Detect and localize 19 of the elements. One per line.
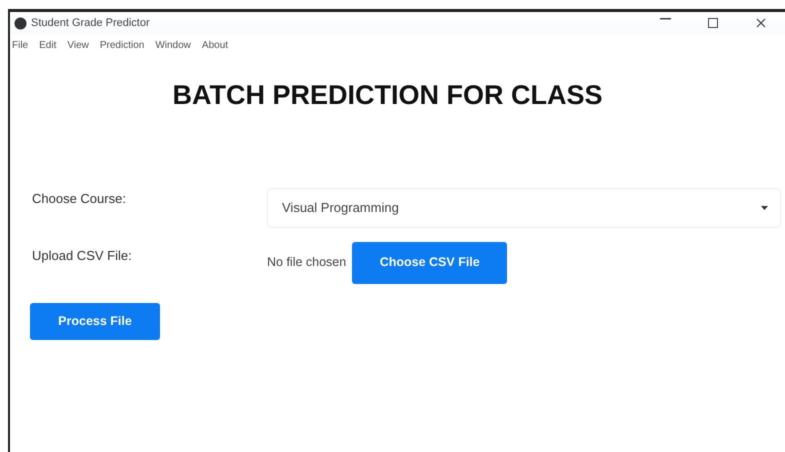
menu-item[interactable]: Prediction [100,38,144,53]
page-heading: BATCH PREDICTION FOR CLASS [172,79,604,112]
maximize-icon[interactable] [708,18,718,28]
app-icon [14,16,27,30]
choose-file-button[interactable]: Choose CSV File [352,242,508,284]
menu-item[interactable]: About [202,38,228,53]
menu-item[interactable]: Edit [39,38,56,53]
menu-item[interactable]: View [67,38,89,53]
upload-label: Upload CSV File: [31,246,133,265]
menu-item[interactable]: Window [155,38,191,53]
window-title: Student Grade Predictor [31,16,150,31]
course-select[interactable]: Visual Programming [267,188,781,228]
course-label: Choose Course: [31,190,127,208]
menu-item[interactable]: File [12,38,28,53]
process-file-button[interactable]: Process File [30,302,160,340]
file-status: No file chosen [267,254,346,272]
close-icon[interactable] [756,18,766,28]
minimize-icon[interactable] [660,18,670,20]
caret-icon [761,206,768,210]
